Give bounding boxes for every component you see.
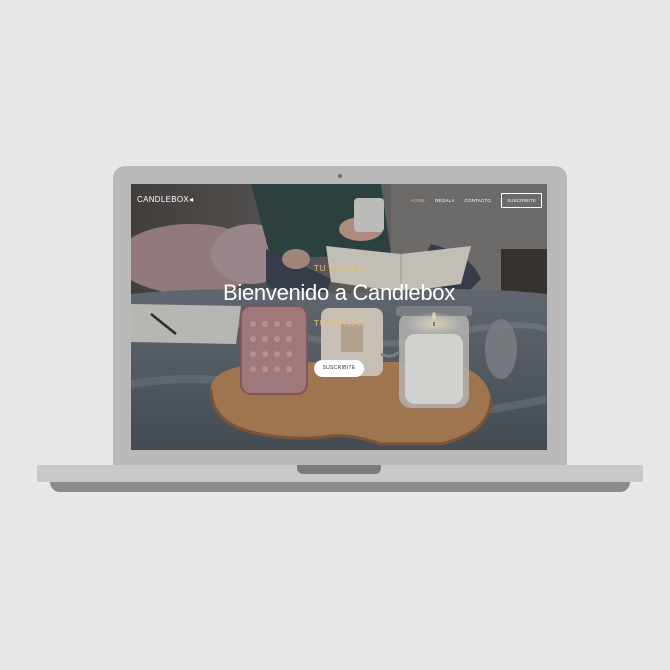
laptop-notch <box>297 465 381 474</box>
top-navigation: CANDLEBOX◂ HOME REGALA CONTACTO SUSCRIBI… <box>131 184 547 214</box>
nav-subscribe-button[interactable]: SUSCRIBITE <box>500 193 542 208</box>
laptop-base <box>37 465 643 482</box>
brand-logo[interactable]: CANDLEBOX◂ <box>137 195 193 204</box>
laptop-screen: CANDLEBOX◂ HOME REGALA CONTACTO SUSCRIBI… <box>131 184 547 450</box>
nav-links: HOME REGALA CONTACTO SUSCRIBITE <box>411 193 542 208</box>
nav-link-regala[interactable]: REGALA <box>435 198 454 203</box>
hero-kicker-top: TU BRILLO <box>313 264 365 273</box>
laptop-base-edge <box>50 482 630 492</box>
hero-title: Bienvenido a Candlebox <box>223 280 455 305</box>
camera-icon <box>338 174 342 178</box>
nav-link-home[interactable]: HOME <box>411 198 425 203</box>
hero-subscribe-button[interactable]: SUSCRIBITE <box>314 360 364 377</box>
brand-name: CANDLEBOX <box>137 195 190 204</box>
nav-link-contacto[interactable]: CONTACTO <box>465 198 491 203</box>
hero-overlay <box>131 184 547 450</box>
hero-kicker-bottom: TU ESTILO <box>313 319 365 328</box>
